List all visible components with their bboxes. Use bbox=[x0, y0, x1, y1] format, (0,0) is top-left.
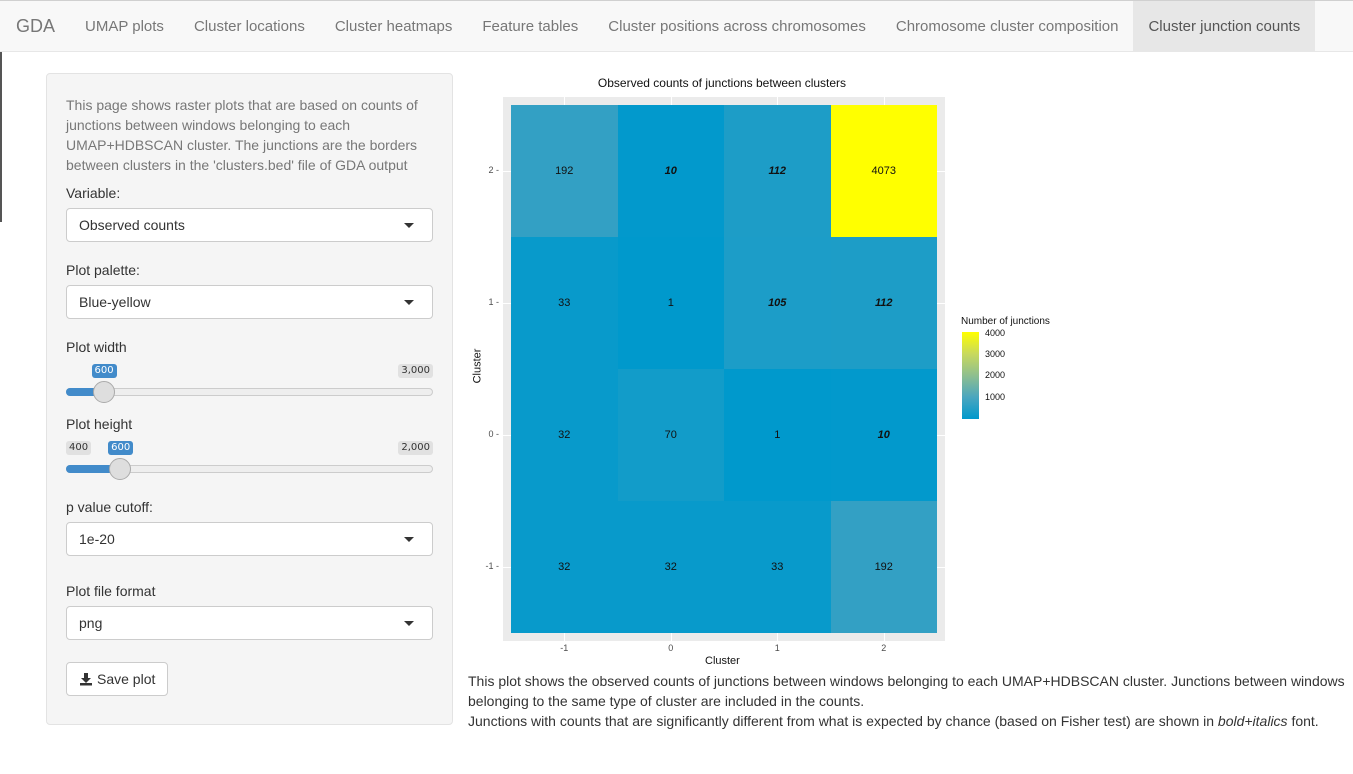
brand[interactable]: GDA bbox=[0, 1, 70, 51]
plot-width-slider[interactable]: 600 3,000 bbox=[66, 362, 433, 403]
palette-value: Blue-yellow bbox=[79, 294, 151, 310]
file-format-select[interactable]: png bbox=[66, 606, 433, 640]
save-plot-label: Save plot bbox=[97, 671, 156, 687]
caption-emphasis: bold+italics bbox=[1217, 713, 1288, 729]
y-tick-label: 1 - bbox=[488, 297, 499, 307]
variable-label: Variable: bbox=[66, 185, 121, 201]
y-tick-label: -1 - bbox=[485, 561, 500, 571]
plot-width-value: 600 bbox=[91, 364, 117, 378]
plot-height-value: 600 bbox=[108, 441, 134, 455]
heatmap-cell: 10 bbox=[830, 369, 937, 501]
plot-width-max: 3,000 bbox=[398, 364, 433, 378]
tab-cluster-heatmaps[interactable]: Cluster heatmaps bbox=[320, 1, 468, 51]
x-axis-label: Cluster bbox=[705, 655, 740, 667]
heatmap-cell: 33 bbox=[511, 237, 618, 369]
pvalue-select[interactable]: 1e-20 bbox=[66, 522, 433, 556]
tab-feature-tables[interactable]: Feature tables bbox=[467, 1, 593, 51]
caption-line1: This plot shows the observed counts of j… bbox=[468, 673, 1345, 709]
intro-text: This page shows raster plots that are ba… bbox=[66, 97, 418, 173]
pvalue-label: p value cutoff: bbox=[66, 499, 153, 515]
heatmap-cell: 4073 bbox=[830, 105, 937, 237]
variable-value: Observed counts bbox=[79, 217, 185, 233]
y-axis-label: Cluster bbox=[471, 348, 484, 384]
heatmap-cell: 70 bbox=[617, 369, 724, 501]
x-tick-label: -1 bbox=[560, 643, 569, 653]
sidebar-panel: This page shows raster plots that are ba… bbox=[46, 73, 453, 725]
caption-line2-pre: Junctions with counts that are significa… bbox=[468, 713, 1218, 729]
tab-cluster-locations[interactable]: Cluster locations bbox=[179, 1, 320, 51]
save-plot-button[interactable]: Save plot bbox=[66, 662, 169, 696]
heatmap-cell: 112 bbox=[830, 237, 937, 369]
slider-handle[interactable] bbox=[92, 381, 115, 403]
chevron-down-icon bbox=[404, 620, 414, 626]
plot-caption: This plot shows the observed counts of j… bbox=[468, 671, 1348, 731]
legend-title: Number of junctions bbox=[961, 316, 1050, 327]
tab-umap-plots[interactable]: UMAP plots bbox=[70, 1, 179, 51]
variable-select[interactable]: Observed counts bbox=[66, 208, 433, 242]
heatmap-cell: 192 bbox=[830, 501, 937, 633]
plot-height-slider[interactable]: 400 600 2,000 bbox=[66, 439, 433, 480]
plot-panel: 192 10 112 4073 33 1 105 112 32 70 1 10 32 32 33 192 bbox=[503, 97, 945, 641]
slider-handle[interactable] bbox=[109, 458, 132, 480]
y-tick-label: 0 - bbox=[488, 429, 499, 439]
plot-height-label: Plot height bbox=[66, 416, 133, 432]
palette-select[interactable]: Blue-yellow bbox=[66, 285, 433, 319]
chevron-down-icon bbox=[404, 299, 414, 305]
plot-height-min: 400 bbox=[66, 441, 92, 455]
chevron-down-icon bbox=[404, 222, 414, 228]
tab-cluster-junction-counts[interactable]: Cluster junction counts bbox=[1133, 1, 1316, 51]
plot-height-max: 2,000 bbox=[398, 441, 433, 455]
legend-colorbar bbox=[962, 332, 979, 419]
pvalue-value: 1e-20 bbox=[79, 531, 115, 547]
heatmap-cell: 112 bbox=[724, 105, 831, 237]
legend-break-label: 2000 bbox=[985, 370, 1006, 381]
chart-title: Observed counts of junctions between clu… bbox=[597, 76, 847, 90]
chevron-down-icon bbox=[404, 536, 414, 542]
legend-break-label: 3000 bbox=[985, 348, 1006, 359]
window-edge bbox=[0, 52, 2, 222]
heatmap-cell: 10 bbox=[617, 105, 724, 237]
palette-label: Plot palette: bbox=[66, 262, 140, 278]
x-tick-label: 1 bbox=[774, 643, 780, 653]
file-format-value: png bbox=[79, 615, 103, 631]
heatmap-cell: 32 bbox=[617, 501, 724, 633]
legend-break-label: 1000 bbox=[985, 391, 1006, 402]
x-tick-label: 2 bbox=[881, 643, 887, 653]
slider-track[interactable] bbox=[66, 388, 433, 396]
file-format-label: Plot file format bbox=[66, 583, 156, 599]
x-tick-label: 0 bbox=[668, 643, 674, 653]
heatmap-cell: 192 bbox=[511, 105, 618, 237]
navbar: GDA UMAP plots Cluster locations Cluster… bbox=[0, 0, 1353, 52]
heatmap-cell: 105 bbox=[724, 237, 831, 369]
tab-chromosome-composition[interactable]: Chromosome cluster composition bbox=[881, 1, 1134, 51]
caption-line2-post: font. bbox=[1287, 713, 1319, 729]
heatmap-cell: 33 bbox=[724, 501, 831, 633]
heatmap-cell: 32 bbox=[511, 369, 618, 501]
legend-break-label: 4000 bbox=[985, 327, 1006, 338]
heatmap-cell: 32 bbox=[511, 501, 618, 633]
heatmap-cell: 1 bbox=[724, 369, 831, 501]
tab-cluster-positions[interactable]: Cluster positions across chromosomes bbox=[593, 1, 881, 51]
download-icon bbox=[80, 673, 92, 686]
y-tick-label: 2 - bbox=[488, 165, 499, 175]
heatmap-cell: 1 bbox=[617, 237, 724, 369]
heatmap-plot: Observed counts of junctions between clu… bbox=[468, 70, 1068, 670]
plot-width-label: Plot width bbox=[66, 339, 127, 355]
